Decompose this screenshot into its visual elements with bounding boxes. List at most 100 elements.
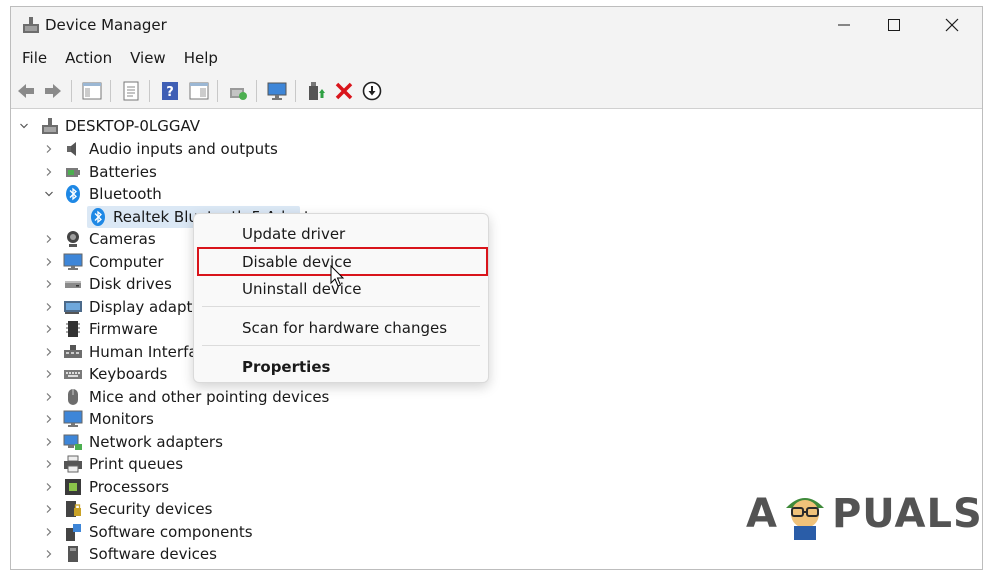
menu-view[interactable]: View [121,43,175,73]
device-manager-app-icon [23,17,39,33]
tree-item-human-interface[interactable]: Human Interface [11,341,215,363]
show-hide-tree-button[interactable] [81,80,103,102]
svg-text:?: ? [166,85,174,100]
scan-hardware-button[interactable] [227,80,249,102]
tree-item-label: Software components [89,523,253,541]
minimize-button[interactable] [816,7,872,43]
tree-item-print-queues[interactable]: Print queues [11,453,411,475]
chevron-right-icon[interactable] [44,234,54,244]
uninstall-device-button[interactable] [333,80,355,102]
minimize-icon [838,24,850,26]
chevron-right-icon[interactable] [44,482,54,492]
tree-item-label: Bluetooth [89,185,162,203]
camera-icon [67,231,79,247]
software-device-icon [68,546,78,562]
toolbar-separator [295,80,296,102]
watermark-text-left: A [746,491,778,537]
menu-file[interactable]: File [13,43,56,73]
chevron-right-icon[interactable] [44,504,54,514]
monitor-button[interactable] [266,80,288,102]
tree-item-label: Monitors [89,410,154,428]
action-pane-icon [189,82,209,100]
chevron-right-icon[interactable] [44,167,54,177]
tree-item-bluetooth[interactable]: Bluetooth [11,183,411,205]
tree-item-label: Keyboards [89,365,168,383]
close-button[interactable] [924,7,980,43]
mouse-cursor-icon [330,265,345,287]
appuals-mascot-icon [785,498,824,540]
menu-item-update-driver[interactable]: Update driver [242,225,345,243]
menu-help[interactable]: Help [175,43,227,73]
menu-item-properties[interactable]: Properties [242,358,330,376]
battery-icon [66,168,80,177]
tree-item-label: Audio inputs and outputs [89,140,278,158]
menu-action[interactable]: Action [56,43,121,73]
help-button[interactable]: ? [159,80,181,102]
toolbar-separator [110,80,111,102]
tree-item-disk-drives[interactable]: Disk drives [11,273,201,295]
chevron-right-icon[interactable] [44,279,54,289]
properties-button[interactable] [120,80,142,102]
tree-item-firmware[interactable]: Firmware [11,318,201,340]
chevron-down-icon[interactable] [44,189,54,199]
chevron-right-icon[interactable] [44,257,54,267]
tree-item-label: Disk drives [89,275,172,293]
action-pane-button[interactable] [188,80,210,102]
tree-root-label: DESKTOP-0LGGAV [65,117,201,135]
back-icon [18,84,34,98]
toolbar-separator [71,80,72,102]
tree-item-cameras[interactable]: Cameras [11,228,201,250]
chevron-right-icon[interactable] [44,437,54,447]
chevron-right-icon[interactable] [44,302,54,312]
scan-hardware-icon [230,88,247,100]
tree-item-mice[interactable]: Mice and other pointing devices [11,386,411,408]
toolbar: ? [11,73,982,109]
chevron-right-icon[interactable] [44,549,54,559]
tree-item-computer[interactable]: Computer [11,251,201,273]
tree-item-audio[interactable]: Audio inputs and outputs [11,138,411,160]
disable-device-button[interactable] [361,80,383,102]
tree-item-label: Security devices [89,500,213,518]
chevron-right-icon[interactable] [44,392,54,402]
processor-icon [65,479,81,495]
tree-item-batteries[interactable]: Batteries [11,161,411,183]
uninstall-icon [335,82,353,100]
chevron-right-icon[interactable] [44,144,54,154]
monitor-icon [63,410,83,427]
tree-item-keyboards[interactable]: Keyboards [11,363,201,385]
toolbar-separator [149,80,150,102]
tree-item-label: Firmware [89,320,158,338]
keyboard-icon [64,370,82,379]
chevron-down-icon[interactable] [19,121,29,131]
back-button[interactable] [15,80,37,102]
tree-root[interactable]: DESKTOP-0LGGAV [11,115,411,137]
chevron-right-icon[interactable] [44,347,54,357]
computer-tower-icon [42,118,58,134]
tree-item-monitors[interactable]: Monitors [11,408,411,430]
chevron-right-icon[interactable] [44,459,54,469]
chevron-right-icon[interactable] [44,527,54,537]
bluetooth-icon [91,208,105,226]
tree-item-processors[interactable]: Processors [11,476,411,498]
maximize-icon [888,19,900,31]
update-driver-button[interactable] [305,80,327,102]
toolbar-separator [256,80,257,102]
tree-item-label: Batteries [89,163,157,181]
network-adapter-icon [63,434,82,450]
tree-item-display-adapters[interactable]: Display adapters [11,296,216,318]
chevron-right-icon[interactable] [44,414,54,424]
menu-item-scan-hardware[interactable]: Scan for hardware changes [242,319,447,337]
tree-item-security-devices[interactable]: Security devices [11,498,411,520]
tree-item-network-adapters[interactable]: Network adapters [11,431,411,453]
tree-item-software-components[interactable]: Software components [11,521,411,543]
speaker-icon [67,142,76,156]
tree-item-software-devices[interactable]: Software devices [11,543,411,565]
maximize-button[interactable] [866,7,922,43]
tree-item-label: Print queues [89,455,184,473]
forward-button[interactable] [42,80,64,102]
chevron-right-icon[interactable] [44,369,54,379]
chevron-right-icon[interactable] [44,324,54,334]
tree-item-label: Computer [89,253,164,271]
menu-separator [202,306,480,307]
display-adapter-icon [64,301,82,314]
